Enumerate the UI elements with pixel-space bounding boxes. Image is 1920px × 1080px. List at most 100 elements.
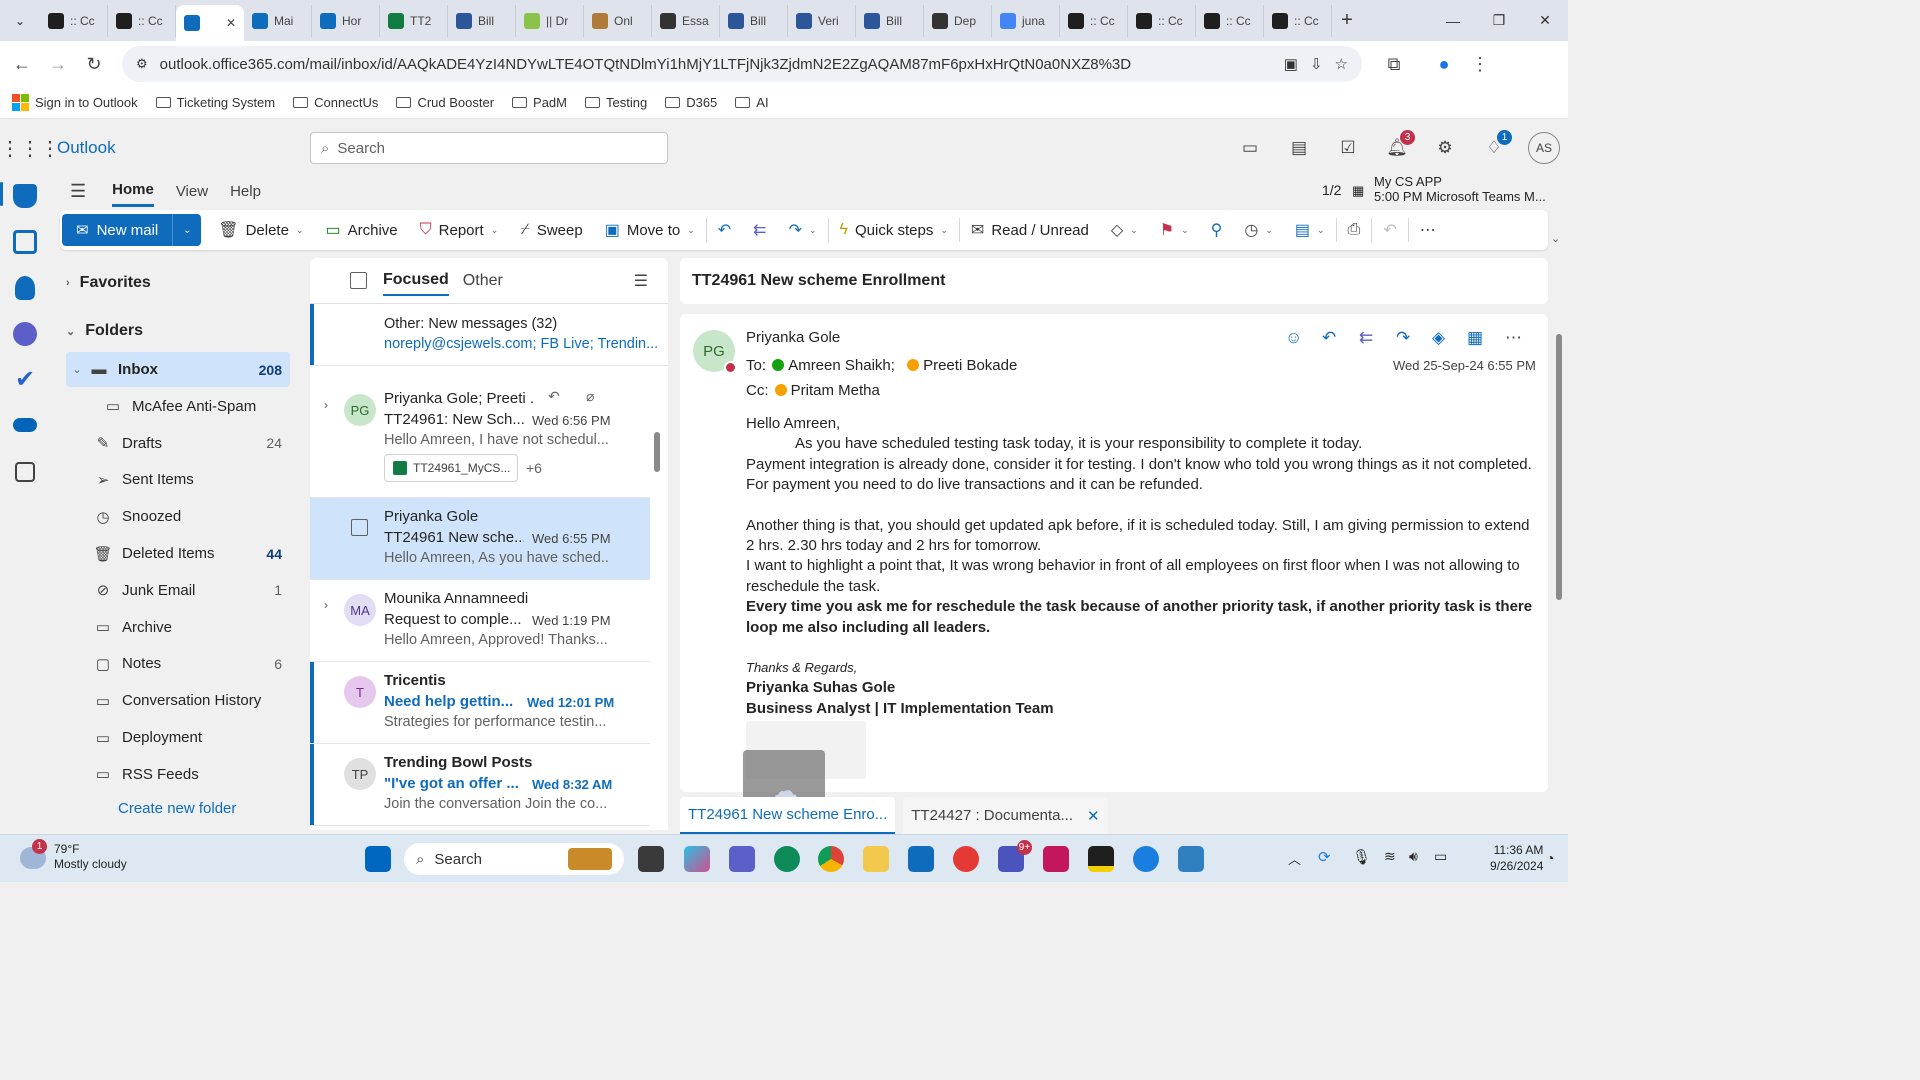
folder-item-inbox[interactable]: ⌄ ▬ Inbox 208: [66, 352, 290, 387]
chevron-down-icon[interactable]: ⌄: [1317, 225, 1325, 236]
task-view-icon[interactable]: [638, 846, 664, 872]
people-app-icon[interactable]: [15, 276, 35, 300]
scroll-thumb[interactable]: [1556, 334, 1562, 600]
profile-icon[interactable]: ●: [1426, 46, 1462, 82]
tab-view[interactable]: View: [176, 177, 208, 206]
sender-name[interactable]: Priyanka Gole: [746, 329, 840, 346]
sticky-notes-icon[interactable]: [1088, 846, 1114, 872]
browser-tab[interactable]: Hor: [312, 4, 380, 37]
teams-chat-icon[interactable]: ▭: [1238, 136, 1262, 160]
minimize-icon[interactable]: —: [1430, 0, 1476, 41]
message-row-unread[interactable]: TP Trending Bowl Posts "I've got an offe…: [310, 744, 650, 826]
sync-icon[interactable]: ⟳: [1318, 848, 1331, 866]
bookmark-crud-booster[interactable]: Crud Booster: [396, 95, 494, 110]
mail-app-icon[interactable]: [13, 184, 37, 208]
chrome-app-icon[interactable]: [818, 846, 844, 872]
forward-arrow-icon[interactable]: ↷: [1396, 328, 1410, 348]
read-unread-button[interactable]: ✉ Read / Unread: [960, 210, 1100, 250]
folder-item-conversation-history[interactable]: ▭ Conversation History: [66, 683, 290, 718]
quick-steps-button[interactable]: ϟ Quick steps ⌄: [829, 210, 959, 250]
browser-tab[interactable]: TT2: [380, 4, 448, 37]
bookmark-connectus[interactable]: ConnectUs: [293, 95, 378, 110]
browser-menu-icon[interactable]: ⋮: [1462, 46, 1498, 82]
close-tab-icon[interactable]: ✕: [1087, 807, 1100, 825]
apps-grid-icon[interactable]: ▦: [1467, 328, 1483, 348]
select-all-checkbox[interactable]: [350, 272, 367, 289]
download-icon[interactable]: ⇩: [1310, 55, 1323, 73]
browser-tab[interactable]: Bill: [856, 4, 924, 37]
reply-all-button[interactable]: ⇇: [742, 210, 777, 250]
new-mail-button[interactable]: ✉ New mail ⌄: [62, 214, 202, 246]
restore-icon[interactable]: ❐: [1476, 0, 1522, 41]
tips-lightbulb-icon[interactable]: ♢ 1: [1482, 130, 1512, 160]
bookmark-star-icon[interactable]: ☆: [1335, 55, 1348, 73]
ellipsis-icon[interactable]: ⋯: [1505, 328, 1522, 348]
account-avatar[interactable]: AS: [1528, 132, 1560, 164]
windows-start-icon[interactable]: [365, 846, 391, 872]
folder-item-notes[interactable]: ▢ Notes 6: [66, 646, 290, 681]
delete-button[interactable]: 🗑︎ Delete ⌄: [207, 210, 314, 250]
folder-item-deleted-items[interactable]: 🗑︎ Deleted Items 44: [66, 536, 290, 571]
more-apps-icon[interactable]: [15, 462, 35, 482]
close-tab-icon[interactable]: ✕: [226, 16, 236, 30]
chevron-down-icon[interactable]: ⌄: [296, 225, 304, 236]
browser-tab[interactable]: Onl: [584, 4, 652, 37]
flag-button[interactable]: ⚑ ⌄: [1149, 210, 1200, 250]
other-messages-banner[interactable]: Other: New messages (32) noreply@csjewel…: [310, 304, 668, 366]
wps-app-icon[interactable]: [953, 846, 979, 872]
browser-tab[interactable]: Bill: [448, 4, 516, 37]
battery-icon[interactable]: ▭: [1434, 848, 1447, 865]
new-tab-button[interactable]: +: [1332, 0, 1362, 41]
tab-home[interactable]: Home: [112, 175, 154, 207]
groups-app-icon[interactable]: [13, 322, 37, 346]
notification-center-icon[interactable]: ◔: [1546, 850, 1554, 866]
snooze-button[interactable]: ◷ ⌄: [1233, 210, 1284, 250]
forward-button[interactable]: ↷ ⌄: [778, 210, 828, 250]
favorites-header[interactable]: › Favorites: [66, 274, 151, 292]
notepad-app-icon[interactable]: [1178, 846, 1204, 872]
reply-all-icon[interactable]: ⇇: [1359, 328, 1373, 348]
chevron-down-icon[interactable]: ⌄: [491, 225, 499, 236]
open-item-tab[interactable]: TT24961 New scheme Enro...: [680, 797, 896, 834]
site-info-icon[interactable]: ⚙: [136, 56, 148, 72]
recipient[interactable]: Amreen Shaikh;: [788, 357, 895, 374]
teams-work-app-icon[interactable]: 9+: [998, 840, 1032, 872]
message-list-scrollbar[interactable]: [651, 366, 663, 828]
browser-tab[interactable]: Mai: [244, 4, 312, 37]
wifi-icon[interactable]: ≋: [1384, 848, 1396, 865]
chevron-down-icon[interactable]: ⌄: [940, 225, 948, 236]
chevron-down-icon[interactable]: ⌄: [1130, 225, 1138, 236]
outlook-brand[interactable]: Outlook: [57, 138, 116, 158]
edge-app-icon[interactable]: [774, 846, 800, 872]
emoji-react-icon[interactable]: ☺: [1285, 328, 1302, 348]
bookmark-sign-in-outlook[interactable]: Sign in to Outlook: [12, 94, 138, 111]
edge-dev-app-icon[interactable]: [1133, 846, 1159, 872]
copilot-icon[interactable]: ◈: [1432, 328, 1445, 348]
browser-tab[interactable]: ✕: [176, 5, 244, 41]
attachment-chip[interactable]: TT24961_MyCS...: [384, 454, 518, 482]
taskbar-clock[interactable]: 11:36 AM 9/26/2024: [1490, 842, 1543, 874]
weather-widget[interactable]: 1 79°F Mostly cloudy: [20, 839, 127, 872]
extensions-icon[interactable]: ⧉: [1376, 46, 1412, 82]
tab-other[interactable]: Other: [463, 267, 503, 295]
volume-icon[interactable]: 🔊︎: [1409, 848, 1418, 865]
bookmark-d365[interactable]: D365: [665, 95, 717, 110]
tab-search-chevron-icon[interactable]: ⌄: [0, 0, 40, 41]
browser-tab[interactable]: :: Cc: [1128, 4, 1196, 37]
reload-icon[interactable]: ↻: [76, 46, 112, 82]
folder-item-drafts[interactable]: ✎ Drafts 24: [66, 426, 290, 461]
browser-tab[interactable]: Dep: [924, 4, 992, 37]
calendar-app-icon[interactable]: [13, 230, 37, 254]
rules-button[interactable]: ▤ ⌄: [1284, 210, 1336, 250]
folder-item-sent-items[interactable]: ➢ Sent Items: [66, 462, 290, 497]
folders-header[interactable]: ⌄ Folders: [66, 322, 143, 340]
search-input[interactable]: ⌕ Search: [310, 132, 668, 164]
install-app-icon[interactable]: ▣: [1284, 55, 1298, 73]
browser-tab[interactable]: Bill: [720, 4, 788, 37]
bookmark-padm[interactable]: PadM: [512, 95, 567, 110]
message-row-selected[interactable]: Priyanka Gole TT24961 New sche... Wed 6:…: [310, 498, 650, 580]
forward-icon[interactable]: →: [40, 46, 76, 82]
copilot-app-icon[interactable]: [684, 846, 710, 872]
browser-tab[interactable]: Veri: [788, 4, 856, 37]
taskbar-search[interactable]: ⌕ Search: [404, 843, 624, 875]
